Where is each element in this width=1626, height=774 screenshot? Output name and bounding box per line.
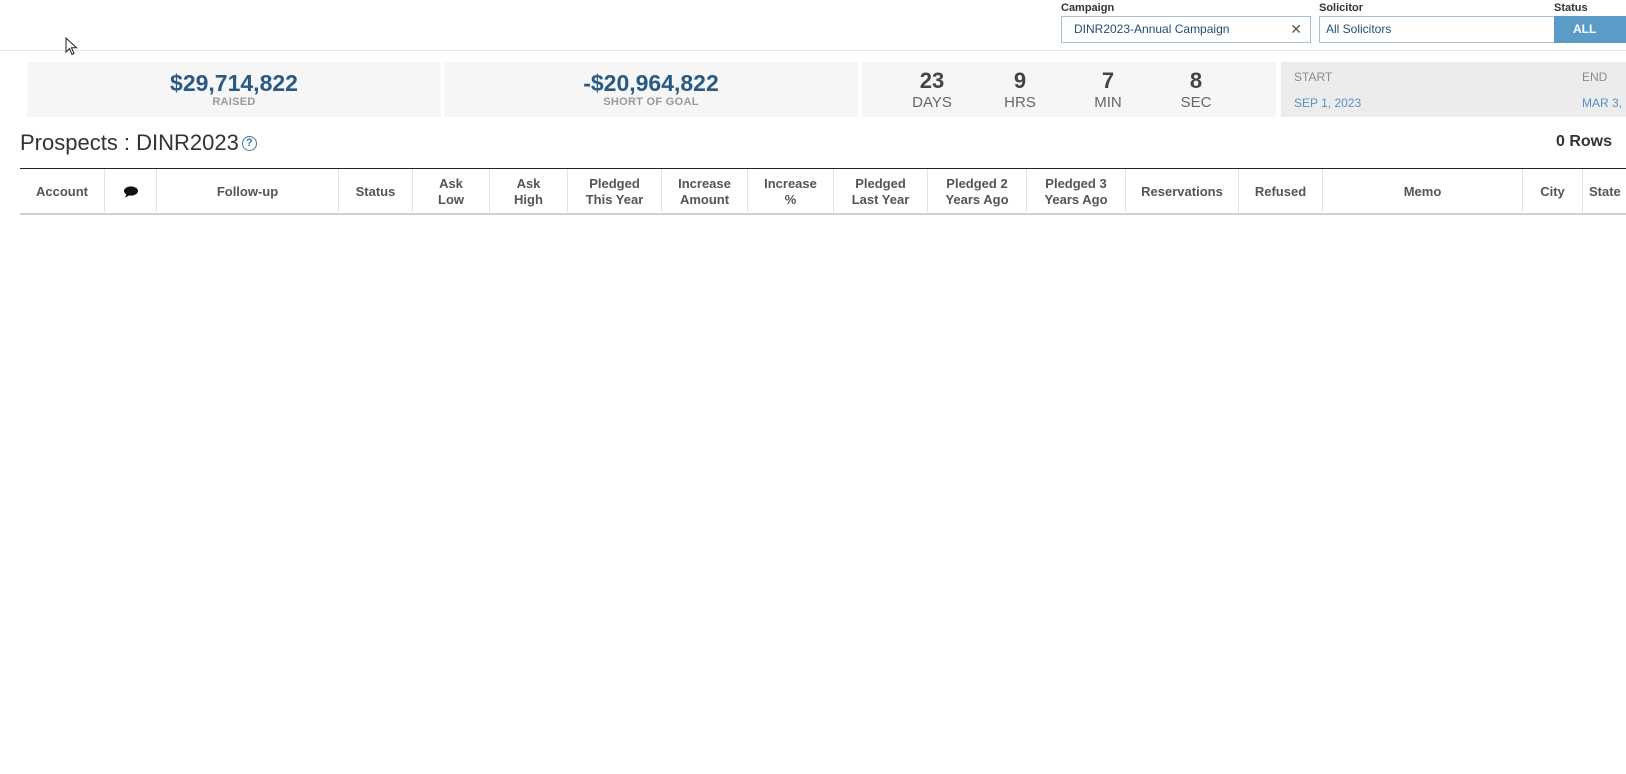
status-label: Status <box>1554 2 1588 14</box>
help-icon[interactable]: ? <box>241 135 257 151</box>
column-header-reservations[interactable]: Reservations <box>1126 169 1239 214</box>
campaign-label: Campaign <box>1061 2 1115 14</box>
countdown: 23 DAYS 9 HRS 7 MIN 8 SEC <box>862 62 1276 117</box>
short-of-goal-label: SHORT OF GOAL <box>603 96 699 108</box>
short-of-goal-stat: -$20,964,822 SHORT OF GOAL <box>444 62 858 117</box>
end-label: END <box>1582 70 1608 84</box>
column-header-account[interactable]: Account <box>20 169 105 214</box>
campaign-dates: START SEP 1, 2023 END MAR 3, 2 <box>1281 62 1626 117</box>
start-date: SEP 1, 2023 <box>1294 96 1362 110</box>
column-header-follow-up[interactable]: Follow-up <box>157 169 339 214</box>
column-header-refused[interactable]: Refused <box>1239 169 1323 214</box>
campaign-value: DINR2023-Annual Campaign <box>1074 22 1230 36</box>
campaign-filter: Campaign DINR2023-Annual Campaign ✕ <box>1061 0 1311 43</box>
column-header-city[interactable]: City <box>1523 169 1583 214</box>
countdown-days: 23 DAYS <box>912 68 952 111</box>
column-header-memo[interactable]: Memo <box>1323 169 1523 214</box>
column-header-status[interactable]: Status <box>339 169 413 214</box>
filter-bar: Campaign DINR2023-Annual Campaign ✕ Soli… <box>0 0 1626 51</box>
solicitor-select[interactable]: All Solicitors <box>1319 16 1578 43</box>
raised-stat: $29,714,822 RAISED <box>27 62 441 117</box>
campaign-select[interactable]: DINR2023-Annual Campaign ✕ <box>1061 16 1311 43</box>
status-filter: Status ALL <box>1554 0 1626 43</box>
column-header-increase-percent[interactable]: Increase % <box>748 169 834 214</box>
raised-value: $29,714,822 <box>170 70 298 96</box>
short-of-goal-value: -$20,964,822 <box>583 70 719 96</box>
chat-bubble-icon <box>123 185 138 197</box>
start-label: START <box>1294 70 1333 84</box>
column-header-increase-amount[interactable]: Increase Amount <box>662 169 748 214</box>
solicitor-value: All Solicitors <box>1326 22 1392 36</box>
mouse-cursor-icon <box>65 37 78 56</box>
column-header-comments[interactable] <box>105 169 157 214</box>
status-all-button[interactable]: ALL <box>1554 16 1626 43</box>
column-header-pledged-3-years-ago[interactable]: Pledged 3 Years Ago <box>1027 169 1126 214</box>
solicitor-filter: Solicitor All Solicitors <box>1319 0 1578 43</box>
solicitor-label: Solicitor <box>1319 2 1364 14</box>
raised-label: RAISED <box>212 96 256 108</box>
end-date: MAR 3, 2 <box>1582 96 1626 110</box>
clear-icon[interactable]: ✕ <box>1290 17 1302 42</box>
table-header: Account Follow-up Status Ask Low Ask Hig… <box>20 168 1626 215</box>
page-title-text: Prospects : DINR2023 <box>20 130 239 155</box>
countdown-seconds: 8 SEC <box>1180 68 1212 111</box>
column-header-pledged-2-years-ago[interactable]: Pledged 2 Years Ago <box>928 169 1027 214</box>
page-title: Prospects : DINR2023? <box>20 128 257 158</box>
countdown-hours: 9 HRS <box>1004 68 1036 111</box>
column-header-pledged-last-year[interactable]: Pledged Last Year <box>834 169 928 214</box>
countdown-minutes: 7 MIN <box>1094 68 1122 111</box>
row-count: 0 Rows <box>1555 133 1612 150</box>
column-header-pledged-this-year[interactable]: Pledged This Year <box>568 169 662 214</box>
column-header-ask-low[interactable]: Ask Low <box>413 169 490 214</box>
column-header-ask-high[interactable]: Ask High <box>490 169 568 214</box>
column-header-state[interactable]: State <box>1583 169 1625 214</box>
